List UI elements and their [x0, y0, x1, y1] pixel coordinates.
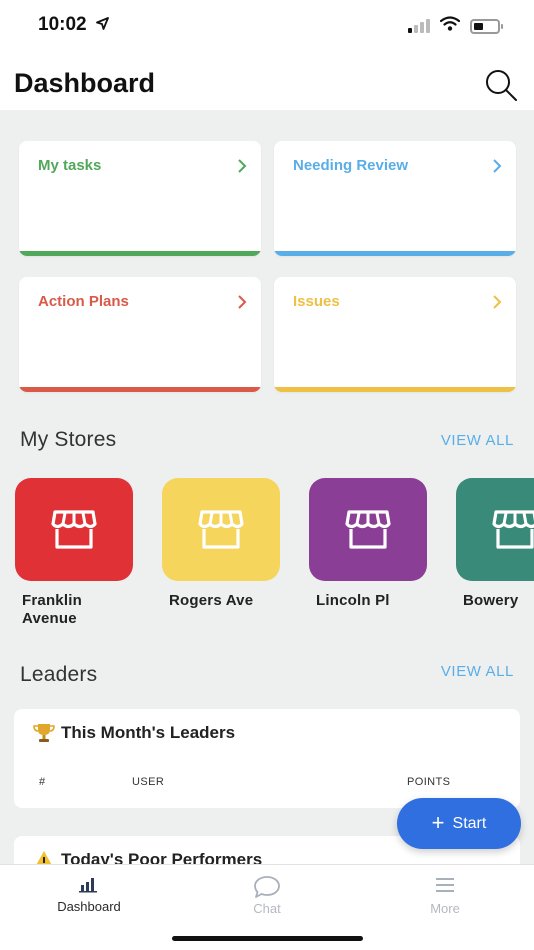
leaders-heading: This Month's Leaders	[33, 723, 235, 743]
storefront-icon	[492, 509, 534, 549]
search-button[interactable]	[484, 68, 518, 102]
search-icon	[486, 70, 517, 101]
tab-dashboard[interactable]: Dashboard	[24, 875, 154, 914]
storefront-icon	[198, 509, 244, 549]
store-name: Franklin Avenue	[22, 592, 82, 627]
card-accent-bar	[19, 251, 261, 256]
store-tile	[162, 478, 280, 581]
wifi-icon	[439, 16, 461, 36]
chevron-right-icon	[238, 159, 247, 173]
stores-carousel[interactable]: Franklin Avenue Rogers Ave Lincoln Pl Bo…	[0, 478, 534, 638]
column-header-rank: #	[39, 776, 46, 788]
card-title: My tasks	[38, 157, 102, 174]
issues-card[interactable]: Issues	[274, 277, 516, 392]
status-time-label: 10:02	[38, 14, 87, 35]
chevron-right-icon	[493, 159, 502, 173]
store-name: Rogers Ave	[169, 592, 254, 609]
status-bar: 10:02	[0, 0, 534, 52]
stores-view-all-link[interactable]: VIEW ALL	[441, 432, 514, 449]
card-accent-bar	[19, 387, 261, 392]
card-title: Needing Review	[293, 157, 409, 174]
my-tasks-card[interactable]: My tasks	[19, 141, 261, 256]
leaders-card: This Month's Leaders # USER POINTS	[14, 709, 520, 808]
store-item[interactable]: Lincoln Pl	[309, 478, 427, 610]
start-button[interactable]: + Start	[397, 798, 521, 849]
store-item[interactable]: Bowery	[456, 478, 534, 610]
leaders-title: Leaders	[20, 663, 98, 686]
chevron-right-icon	[493, 295, 502, 309]
tab-label: Chat	[253, 901, 281, 916]
my-stores-title: My Stores	[20, 428, 117, 451]
leaders-heading-label: This Month's Leaders	[61, 723, 236, 742]
store-tile	[456, 478, 534, 581]
status-icons	[408, 16, 503, 36]
card-accent-bar	[274, 251, 516, 256]
start-button-label: Start	[452, 814, 487, 832]
store-tile	[15, 478, 133, 581]
menu-icon	[436, 878, 454, 892]
store-item[interactable]: Rogers Ave	[162, 478, 280, 610]
store-tile	[309, 478, 427, 581]
plus-icon: +	[431, 809, 445, 835]
header: Dashboard	[0, 52, 534, 110]
cellular-signal-icon	[408, 19, 430, 33]
location-arrow-icon	[95, 17, 109, 33]
store-name: Lincoln Pl	[316, 592, 390, 609]
status-time: 10:02	[38, 14, 109, 36]
column-header-user: USER	[132, 776, 165, 788]
chevron-right-icon	[238, 295, 247, 309]
storefront-icon	[345, 509, 391, 549]
home-indicator	[172, 936, 363, 941]
column-header-points: POINTS	[407, 776, 451, 788]
card-title: Action Plans	[38, 293, 129, 310]
tab-label: Dashboard	[57, 899, 121, 914]
bar-chart-icon	[79, 878, 97, 893]
action-plans-card[interactable]: Action Plans	[19, 277, 261, 392]
store-name: Bowery	[463, 592, 519, 609]
trophy-icon	[33, 724, 55, 742]
chat-bubble-icon	[254, 876, 280, 898]
page-title: Dashboard	[14, 68, 156, 98]
needing-review-card[interactable]: Needing Review	[274, 141, 516, 256]
leaders-view-all-link[interactable]: VIEW ALL	[441, 663, 514, 680]
storefront-icon	[51, 509, 97, 549]
tab-chat[interactable]: Chat	[202, 875, 332, 916]
tab-more[interactable]: More	[380, 875, 510, 916]
card-title: Issues	[293, 293, 340, 310]
battery-icon	[470, 18, 503, 34]
tab-label: More	[430, 901, 460, 916]
card-accent-bar	[274, 387, 516, 392]
store-item[interactable]: Franklin Avenue	[15, 478, 133, 628]
